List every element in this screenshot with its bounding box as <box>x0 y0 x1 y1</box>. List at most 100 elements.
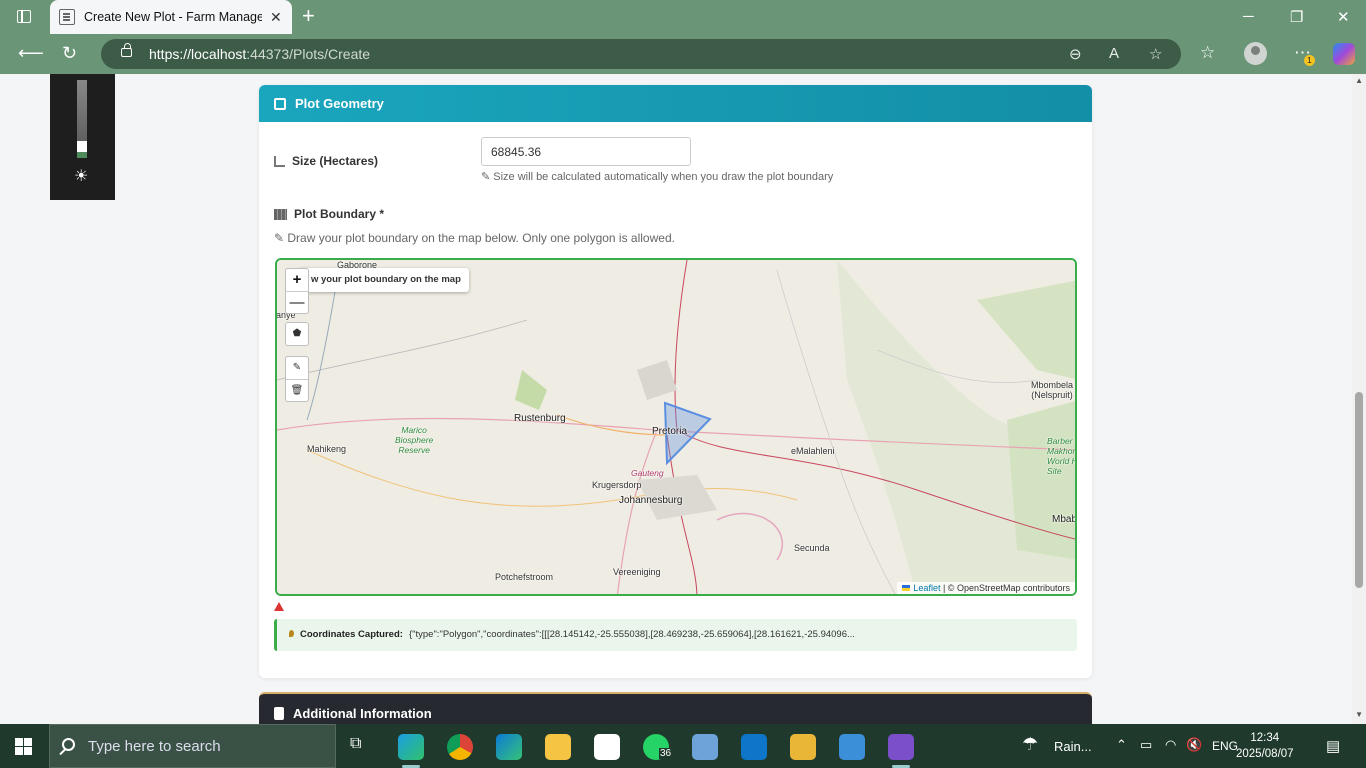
additional-info-title: Additional Information <box>293 705 432 721</box>
chevron-up-icon[interactable]: ⌃ <box>1116 737 1127 753</box>
size-help-text: ✎ Size will be calculated automatically … <box>481 171 834 183</box>
edge-beta-app-icon[interactable] <box>496 734 522 760</box>
url-text[interactable]: https://localhost:44373/Plots/Create <box>149 46 370 62</box>
plot-geometry-card: Plot Geometry Size (Hectares) 68845.36 ✎… <box>259 85 1092 678</box>
leaflet-link[interactable]: Leaflet <box>913 583 940 593</box>
boundary-help-text: ✎ Draw your plot boundary on the map bel… <box>274 231 675 245</box>
start-button[interactable] <box>15 738 32 755</box>
size-hectares-input[interactable]: 68845.36 <box>481 137 691 166</box>
tab-title: Create New Plot - Farm Managem <box>84 10 262 24</box>
draw-polygon-button[interactable]: ⬟ <box>286 323 308 345</box>
boundary-map[interactable]: Gaborone anye Rustenburg Pretoria Mahike… <box>275 258 1077 596</box>
map-label-mahikeng: Mahikeng <box>307 444 347 454</box>
url-bar[interactable]: https://localhost:44373/Plots/Create ⊖ A… <box>101 39 1181 69</box>
copilot-icon[interactable] <box>1333 43 1355 65</box>
browser-titlebar: Create New Plot - Farm Managem ✕ + ─ ❐ ✕ <box>0 0 1366 34</box>
zoom-icon[interactable]: ⊖ <box>1069 45 1082 63</box>
map-label-potchefstroom: Potchefstroom <box>495 572 554 582</box>
restore-icon[interactable]: ❐ <box>1290 8 1303 26</box>
back-icon[interactable]: ⟵ <box>18 43 44 64</box>
brightness-knob[interactable] <box>77 141 87 152</box>
page-content: ☀ Plot Geometry Size (Hectares) 68845.36… <box>0 74 1366 724</box>
app-icon[interactable] <box>692 734 718 760</box>
map-label-barberton: BarberMakhonWorld HeSite <box>1047 436 1077 476</box>
map-label-marico-biosphere: Marico Biosphere Reserve <box>395 425 434 455</box>
map-pin-icon <box>289 630 294 637</box>
brightness-overlay[interactable]: ☀ <box>50 74 115 200</box>
map-label-pretoria: Pretoria <box>652 426 688 437</box>
favorites-icon[interactable]: ☆ <box>1200 43 1215 63</box>
wifi-icon[interactable]: ◠ <box>1165 737 1176 753</box>
osm-attribution[interactable]: | © OpenStreetMap contributors <box>943 583 1070 593</box>
size-label: Size (Hectares) <box>274 154 378 168</box>
ukraine-flag-icon <box>902 585 911 591</box>
map-label-emalahleni: eMalahleni <box>791 446 835 456</box>
volume-muted-icon[interactable]: 🔇 <box>1186 737 1202 753</box>
map-label-vereeniging: Vereeniging <box>613 567 661 577</box>
edit-layers-button[interactable]: ✎ <box>286 357 308 379</box>
whatsapp-badge: 36 <box>659 748 673 759</box>
notification-badge: 1 <box>1304 55 1315 66</box>
zoom-in-button[interactable]: + <box>286 269 308 291</box>
sidebar-toggle-icon[interactable] <box>17 10 31 23</box>
close-tab-icon[interactable]: ✕ <box>270 9 282 26</box>
minimize-icon[interactable]: ─ <box>1243 8 1254 25</box>
additional-info-header: Additional Information <box>259 692 1092 724</box>
map-label-secunda: Secunda <box>794 543 830 553</box>
draw-polygon-icon <box>274 97 286 110</box>
chrome-app-icon[interactable] <box>447 734 473 760</box>
boundary-label: Plot Boundary * <box>274 207 384 221</box>
favorite-star-icon[interactable]: ☆ <box>1149 45 1162 63</box>
visual-studio-icon[interactable] <box>888 734 914 760</box>
search-placeholder: Type here to search <box>88 738 221 755</box>
scroll-thumb[interactable] <box>1355 392 1363 588</box>
map-label-krugersdorp: Krugersdorp <box>592 480 642 490</box>
map-label-mbombela: Mbombela (Nelspruit) <box>1031 380 1074 400</box>
edge-app-icon[interactable] <box>398 734 424 760</box>
draw-tooltip: w your plot boundary on the map <box>297 268 469 292</box>
task-view-icon[interactable]: ⧉ <box>350 735 361 753</box>
page-favicon-icon <box>59 9 75 25</box>
lock-icon[interactable] <box>121 43 132 57</box>
page-scrollbar[interactable]: ▲ ▼ <box>1352 74 1366 724</box>
photos-app-icon[interactable] <box>839 734 865 760</box>
battery-icon[interactable]: ▭ <box>1140 737 1152 753</box>
coordinates-value: {"type":"Polygon","coordinates":[[[28.14… <box>408 629 855 640</box>
system-clock[interactable]: 12:34 2025/08/07 <box>1236 730 1294 762</box>
map-label-gauteng: Gauteng <box>631 468 664 478</box>
zoom-control: + — <box>285 268 309 314</box>
ruler-icon <box>274 155 285 167</box>
delete-layers-button[interactable]: 🗑 <box>286 379 308 401</box>
coordinates-label: Coordinates Captured: <box>300 629 403 640</box>
clipboard-icon <box>274 706 284 720</box>
language-indicator[interactable]: ENG <box>1212 739 1238 753</box>
new-tab-button[interactable]: + <box>302 5 315 27</box>
section-title: Plot Geometry <box>295 96 384 111</box>
search-icon <box>62 738 75 751</box>
affinity-app-icon[interactable] <box>594 734 620 760</box>
notifications-icon[interactable]: ▤ <box>1326 737 1340 755</box>
vscode-icon[interactable] <box>741 734 767 760</box>
map-label-rustenburg: Rustenburg <box>514 413 566 424</box>
window-close-icon[interactable]: ✕ <box>1337 8 1350 26</box>
zoom-out-button[interactable]: — <box>286 291 308 313</box>
warning-icon <box>274 602 284 611</box>
address-bar-row: ⟵ ↻ https://localhost:44373/Plots/Create… <box>0 34 1366 74</box>
profile-avatar[interactable] <box>1244 42 1267 65</box>
tools-app-icon[interactable] <box>790 734 816 760</box>
plot-geometry-header: Plot Geometry <box>259 85 1092 122</box>
weather-icon[interactable]: ☂ <box>1022 734 1038 755</box>
refresh-icon[interactable]: ↻ <box>62 43 77 64</box>
taskbar-search[interactable]: Type here to search <box>49 724 336 768</box>
coordinates-alert: Coordinates Captured: {"type":"Polygon","… <box>274 619 1077 651</box>
draw-toolbar: ⬟ <box>285 322 309 346</box>
scroll-up-icon[interactable]: ▲ <box>1355 76 1363 85</box>
read-aloud-icon[interactable]: A <box>1109 45 1119 62</box>
scroll-down-icon[interactable]: ▼ <box>1355 710 1363 719</box>
map-attribution: Leaflet | © OpenStreetMap contributors <box>897 582 1075 594</box>
map-icon <box>274 208 287 220</box>
file-explorer-icon[interactable] <box>545 734 571 760</box>
brightness-level <box>77 152 87 158</box>
weather-text[interactable]: Rain... <box>1054 739 1092 754</box>
browser-tab[interactable]: Create New Plot - Farm Managem ✕ <box>50 0 292 34</box>
